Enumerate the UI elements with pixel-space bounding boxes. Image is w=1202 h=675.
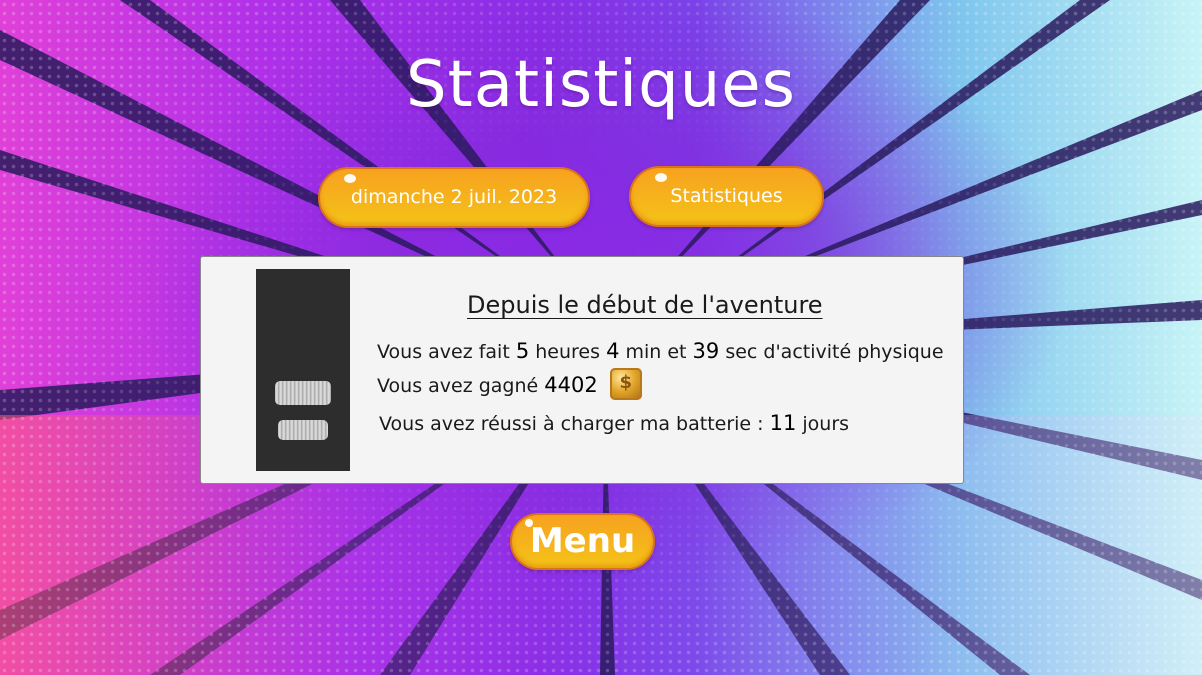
menu-button-label: Menu [529,521,636,561]
button-shine [655,173,667,182]
earned-line: Vous avez gagné 4402 [377,367,642,400]
battery-prefix: Vous avez réussi à charger ma batterie : [379,413,764,435]
activity-line: Vous avez fait 5 heures 4 min et 39 sec … [377,339,944,363]
activity-prefix: Vous avez fait [377,341,510,363]
statistics-button-label: Statistiques [670,185,783,207]
battery-line: Vous avez réussi à charger ma batterie :… [379,411,849,435]
battery-days-unit: jours [802,413,850,435]
date-button-label: dimanche 2 juil. 2023 [350,186,558,208]
statistics-button[interactable]: Statistiques [629,166,824,227]
card-heading: Depuis le début de l'aventure [467,291,823,319]
stats-card: Depuis le début de l'aventure Vous avez … [200,256,964,484]
activity-minutes: 4 [606,339,620,363]
earned-prefix: Vous avez gagné [377,375,539,397]
battery-days: 11 [769,411,797,435]
earned-amount: 4402 [544,373,598,397]
activity-hours-unit: heures [535,341,601,363]
activity-seconds: 39 [692,339,720,363]
button-shine [344,174,356,183]
battery-bar [278,420,328,440]
battery-bar [275,381,331,405]
date-button[interactable]: dimanche 2 juil. 2023 [318,167,590,228]
activity-suffix: sec d'activité physique [725,341,944,363]
page-title: Statistiques [406,48,796,122]
gold-coin-icon [609,367,642,400]
activity-minutes-unit: min et [625,341,687,363]
button-shine [525,519,533,527]
activity-hours: 5 [515,339,530,363]
menu-button[interactable]: Menu [510,513,655,570]
battery-panel [256,269,350,471]
